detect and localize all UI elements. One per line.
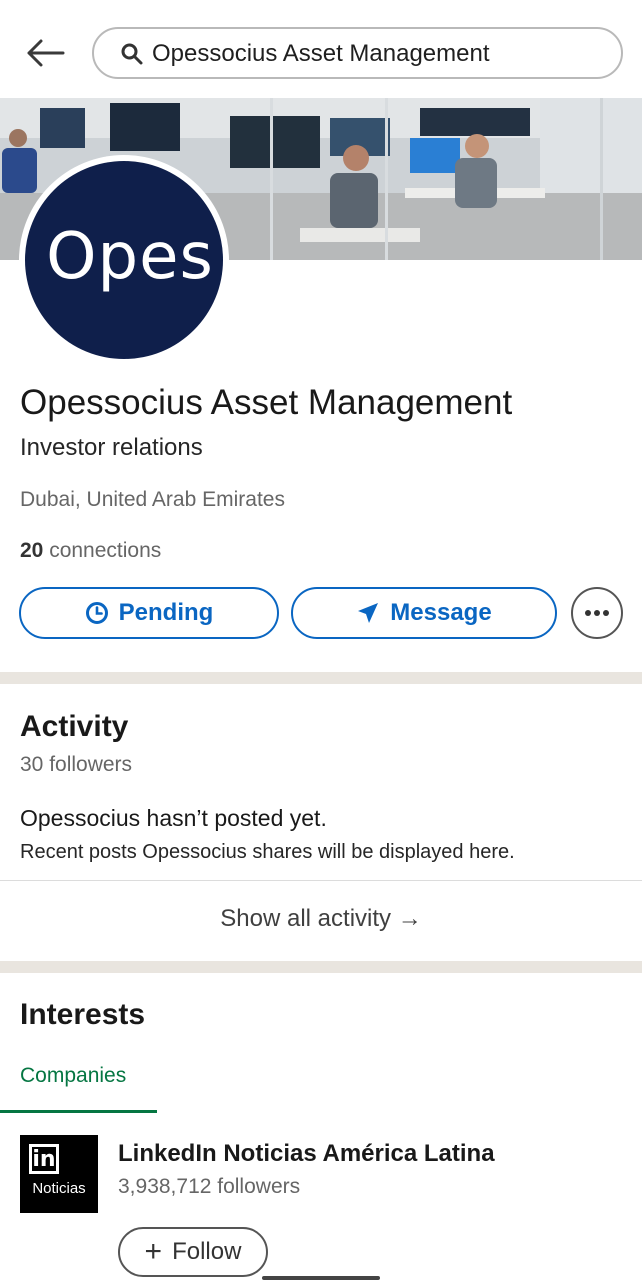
plus-icon: +	[144, 1235, 163, 1268]
profile-location: Dubai, United Arab Emirates	[20, 488, 285, 511]
pending-label: Pending	[118, 599, 214, 626]
activity-title: Activity	[20, 710, 129, 743]
linkedin-icon: in	[29, 1144, 59, 1174]
tab-companies[interactable]: Companies	[20, 1064, 126, 1088]
divider	[0, 880, 642, 881]
avatar-logo-text: Opes	[46, 220, 214, 294]
connections-label: connections	[43, 539, 162, 562]
clock-icon	[85, 602, 108, 624]
follow-label: Follow	[172, 1238, 242, 1265]
section-divider	[0, 961, 642, 973]
home-indicator	[262, 1276, 380, 1280]
show-all-activity-button[interactable]: Show all activity →	[0, 905, 642, 933]
profile-headline: Investor relations	[20, 434, 203, 461]
interest-company-name[interactable]: LinkedIn Noticias América Latina	[118, 1140, 495, 1168]
search-query: Opessocius Asset Management	[152, 40, 490, 67]
logo-caption: Noticias	[32, 1180, 86, 1197]
back-arrow-icon	[27, 39, 65, 67]
activity-empty-text: Recent posts Opessocius shares will be d…	[20, 841, 515, 863]
profile-connections[interactable]: 20 connections	[20, 539, 161, 563]
search-icon	[121, 43, 143, 65]
interests-title: Interests	[20, 998, 146, 1031]
pending-button[interactable]: Pending	[19, 587, 279, 639]
message-label: Message	[390, 599, 492, 626]
follow-button[interactable]: + Follow	[118, 1227, 268, 1277]
profile-name: Opessocius Asset Management	[20, 383, 513, 422]
interest-company-followers: 3,938,712 followers	[118, 1175, 301, 1198]
send-icon	[358, 603, 379, 623]
activity-followers: 30 followers	[20, 753, 133, 776]
search-input[interactable]: Opessocius Asset Management	[92, 27, 623, 79]
more-button[interactable]	[571, 587, 623, 639]
connections-count: 20	[20, 539, 44, 562]
message-button[interactable]: Message	[291, 587, 557, 639]
section-divider	[0, 672, 642, 684]
company-logo: Opes	[25, 161, 223, 359]
company-logo-image[interactable]: in Noticias	[20, 1135, 98, 1213]
back-button[interactable]	[22, 30, 68, 76]
tab-selected-indicator	[0, 1110, 157, 1113]
company-avatar[interactable]: Opes	[19, 155, 229, 365]
top-bar: Opessocius Asset Management	[0, 0, 642, 98]
more-icon	[585, 610, 609, 616]
activity-empty-title: Opessocius hasn’t posted yet.	[20, 805, 327, 831]
